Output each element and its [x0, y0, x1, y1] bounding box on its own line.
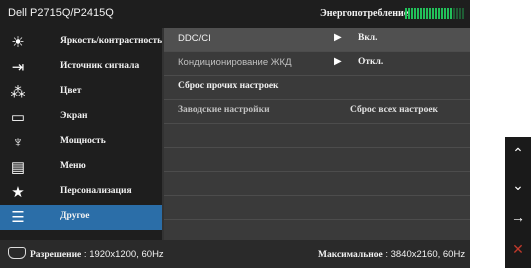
- down-key-icon[interactable]: ⌄: [505, 173, 531, 197]
- energy-segment: [459, 8, 461, 19]
- up-key-icon[interactable]: ⌃: [505, 141, 531, 165]
- input-source-icon: ⇥: [11, 59, 25, 76]
- max-label: Максимальное: [318, 250, 383, 260]
- arrow-right-icon: ▶: [334, 32, 342, 43]
- sidebar-item-label: Источник сигнала: [60, 61, 140, 71]
- energy-segment: [444, 8, 446, 19]
- energy-segment: [420, 8, 422, 19]
- energy-segment: [426, 8, 428, 19]
- energy-segment: [456, 8, 458, 19]
- row-label: DDC/CI: [178, 33, 211, 44]
- row-reset-other[interactable]: Сброс прочих настроек: [164, 76, 470, 100]
- energy-segment: [441, 8, 443, 19]
- other-settings-icon: ☰: [11, 209, 25, 226]
- energy-segment: [435, 8, 437, 19]
- sidebar-item[interactable]: ♆ Мощность: [0, 130, 162, 155]
- hdmi-port-icon: [8, 247, 26, 259]
- sidebar-item[interactable]: ⇥ Источник сигнала: [0, 55, 162, 80]
- energy-segment: [432, 8, 434, 19]
- sidebar-item[interactable]: ★ Персонализация: [0, 180, 162, 205]
- row-lcd-conditioning[interactable]: Кондиционирование ЖКД ▶ Откл.: [164, 52, 470, 76]
- energy-segment: [423, 8, 425, 19]
- star-icon: ★: [11, 184, 25, 201]
- row-value: Вкл.: [358, 33, 378, 43]
- empty-row: [164, 196, 470, 220]
- energy-segment: [411, 8, 413, 19]
- model-name: Dell P2715Q/P2415Q: [8, 7, 114, 19]
- sidebar-item-label: Мощность: [60, 136, 106, 146]
- sidebar-item[interactable]: ☰ Другое: [0, 205, 162, 230]
- color-icon: ⁂: [10, 84, 26, 101]
- sidebar-item-label: Экран: [60, 111, 88, 121]
- osd-header: Dell P2715Q/P2415Q Энергопотребление: [0, 0, 470, 28]
- empty-row: [164, 124, 470, 148]
- sidebar-item[interactable]: ⁂ Цвет: [0, 80, 162, 105]
- energy-meter: [405, 8, 467, 19]
- exit-key-icon[interactable]: ✕: [505, 237, 531, 261]
- enter-key-icon[interactable]: →: [505, 205, 531, 229]
- power-icon: ♆: [12, 134, 24, 151]
- row-value: Откл.: [358, 57, 384, 67]
- row-factory-reset[interactable]: Заводские настройки Сброс всех настроек: [164, 100, 470, 124]
- arrow-right-icon: ▶: [334, 56, 342, 67]
- menu-icon: ▤: [10, 159, 26, 176]
- sidebar-item-label: Другое: [60, 211, 90, 221]
- energy-segment: [447, 8, 449, 19]
- energy-segment: [462, 8, 464, 19]
- brightness-icon: ☀: [11, 34, 25, 51]
- energy-label: Энергопотребление: [320, 8, 409, 19]
- monitor-osd: Dell P2715Q/P2415Q Энергопотребление ☀ Яр…: [0, 0, 470, 268]
- sidebar-item[interactable]: ▤ Меню: [0, 155, 162, 180]
- max-resolution: Максимальное : 3840x2160, 60Hz: [318, 249, 465, 260]
- sidebar-item-label: Меню: [60, 161, 86, 171]
- sidebar-item-label: Персонализация: [60, 186, 132, 196]
- energy-segment: [414, 8, 416, 19]
- row-label: Сброс прочих настроек: [178, 81, 279, 91]
- sidebar-item[interactable]: ▭ Экран: [0, 105, 162, 130]
- sidebar-item-label: Цвет: [60, 86, 82, 96]
- osd-sidebar: ☀ Яркость/контрастность ⇥ Источник сигнала ⁂…: [0, 28, 162, 240]
- row-label: Заводские настройки: [178, 105, 270, 115]
- row-ddc-ci[interactable]: DDC/CI ▶ Вкл.: [164, 28, 470, 52]
- current-resolution: Разрешение : 1920x1200, 60Hz: [30, 249, 164, 260]
- empty-row: [164, 148, 470, 172]
- energy-segment: [417, 8, 419, 19]
- energy-segment: [405, 8, 407, 19]
- max-value: : 3840x2160, 60Hz: [385, 249, 466, 260]
- energy-segment: [429, 8, 431, 19]
- row-label: Кондиционирование ЖКД: [178, 57, 292, 68]
- resolution-label: Разрешение: [30, 250, 82, 260]
- osd-footer: Разрешение : 1920x1200, 60Hz Максимально…: [0, 240, 470, 268]
- energy-segment: [453, 8, 455, 19]
- energy-segment: [408, 8, 410, 19]
- sidebar-item[interactable]: ☀ Яркость/контрастность: [0, 30, 162, 55]
- sidebar-item-label: Яркость/контрастность: [60, 36, 163, 46]
- empty-row: [164, 172, 470, 196]
- display-icon: ▭: [10, 109, 26, 126]
- energy-segment: [438, 8, 440, 19]
- resolution-value: : 1920x1200, 60Hz: [83, 249, 164, 260]
- reset-all-button[interactable]: Сброс всех настроек: [350, 105, 438, 115]
- osd-content: DDC/CI ▶ Вкл. Кондиционирование ЖКД ▶ От…: [164, 28, 470, 240]
- energy-segment: [450, 8, 452, 19]
- hardware-keys-panel: ⌃ ⌄ → ✕: [505, 137, 531, 268]
